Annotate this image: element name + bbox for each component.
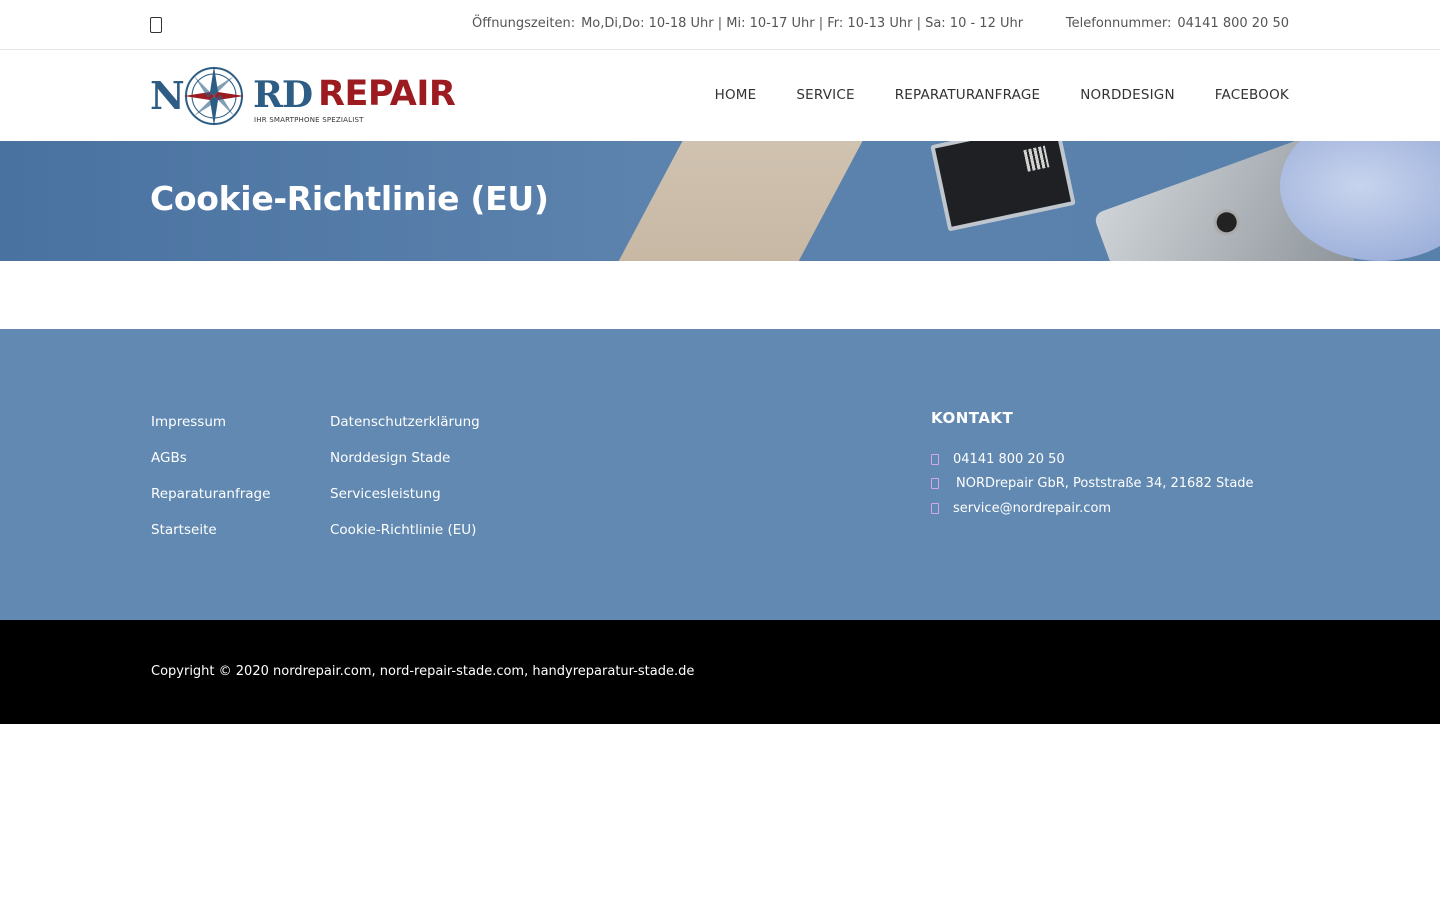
footer-link-agbs[interactable]: AGBs — [151, 449, 270, 485]
copyright-bar: Copyright © 2020 nordrepair.com, nord-re… — [0, 620, 1440, 724]
phone-value[interactable]: 04141 800 20 50 — [1177, 16, 1289, 31]
location-icon — [931, 478, 939, 490]
contact-phone[interactable]: 04141 800 20 50 — [953, 452, 1065, 467]
copyright-text: Copyright © 2020 nordrepair.com, nord-re… — [151, 664, 695, 679]
logo-letters-rd: RD — [253, 74, 313, 116]
nav-reparaturanfrage[interactable]: REPARATURANFRAGE — [895, 87, 1041, 103]
phone-camera — [1210, 205, 1244, 239]
contact-phone-row: 04141 800 20 50 — [931, 447, 1254, 472]
main-nav: HOME SERVICE REPARATURANFRAGE NORDDESIGN… — [715, 87, 1289, 103]
phone-icon — [931, 453, 939, 465]
footer-links-column-2: Datenschutzerklärung Norddesign Stade Se… — [330, 413, 480, 557]
nav-service[interactable]: SERVICE — [796, 87, 854, 103]
contact-heading: KONTAKT — [931, 409, 1014, 427]
footer-contact: KONTAKT 04141 800 20 50 NORDrepair GbR, … — [931, 409, 1254, 521]
footer-link-servicesleistung[interactable]: Servicesleistung — [330, 485, 480, 521]
contact-address: NORDrepair GbR, Poststraße 34, 21682 Sta… — [956, 476, 1254, 492]
email-icon — [931, 502, 939, 514]
social-icon[interactable] — [150, 17, 162, 33]
page-title: Cookie-Richtlinie (EU) — [150, 179, 549, 218]
top-phone: Telefonnummer: 04141 800 20 50 — [1066, 16, 1289, 31]
footer-links-column-1: Impressum AGBs Reparaturanfrage Startsei… — [151, 413, 270, 557]
footer-link-startseite[interactable]: Startseite — [151, 521, 270, 557]
logo-word-repair: REPAIR — [318, 74, 456, 114]
logo-tagline: IHR SMARTPHONE SPEZIALIST — [254, 116, 364, 124]
footer-link-reparaturanfrage[interactable]: Reparaturanfrage — [151, 485, 270, 521]
opening-hours: Öffnungszeiten: Mo,Di,Do: 10-18 Uhr | Mi:… — [472, 16, 1023, 31]
logo-letter-n: N — [150, 73, 185, 118]
contact-email[interactable]: service@nordrepair.com — [953, 501, 1111, 516]
footer-link-impressum[interactable]: Impressum — [151, 413, 270, 449]
compass-icon — [184, 66, 244, 126]
battery-qr-code — [1023, 145, 1050, 172]
footer-link-cookie-richtlinie[interactable]: Cookie-Richtlinie (EU) — [330, 521, 480, 557]
nav-facebook[interactable]: FACEBOOK — [1215, 87, 1289, 103]
footer-link-datenschutz[interactable]: Datenschutzerklärung — [330, 413, 480, 449]
contact-address-row: NORDrepair GbR, Poststraße 34, 21682 Sta… — [931, 472, 1254, 497]
site-header: N RD REPAIR IHR SMARTPHONE SPEZIALIST HO… — [0, 51, 1440, 141]
opening-hours-label: Öffnungszeiten: — [472, 16, 576, 31]
site-footer: Impressum AGBs Reparaturanfrage Startsei… — [0, 329, 1440, 620]
site-logo[interactable]: N RD REPAIR IHR SMARTPHONE SPEZIALIST — [150, 63, 456, 129]
footer-link-norddesign-stade[interactable]: Norddesign Stade — [330, 449, 480, 485]
contact-email-row: service@nordrepair.com — [931, 496, 1254, 521]
phone-label: Telefonnummer: — [1065, 16, 1172, 31]
page-hero: Cookie-Richtlinie (EU) — [0, 141, 1440, 261]
opening-hours-value: Mo,Di,Do: 10-18 Uhr | Mi: 10-17 Uhr | Fr… — [581, 16, 1024, 31]
nav-home[interactable]: HOME — [715, 87, 757, 103]
nav-norddesign[interactable]: NORDDESIGN — [1080, 87, 1175, 103]
top-bar: Öffnungszeiten: Mo,Di,Do: 10-18 Uhr | Mi:… — [0, 0, 1440, 50]
